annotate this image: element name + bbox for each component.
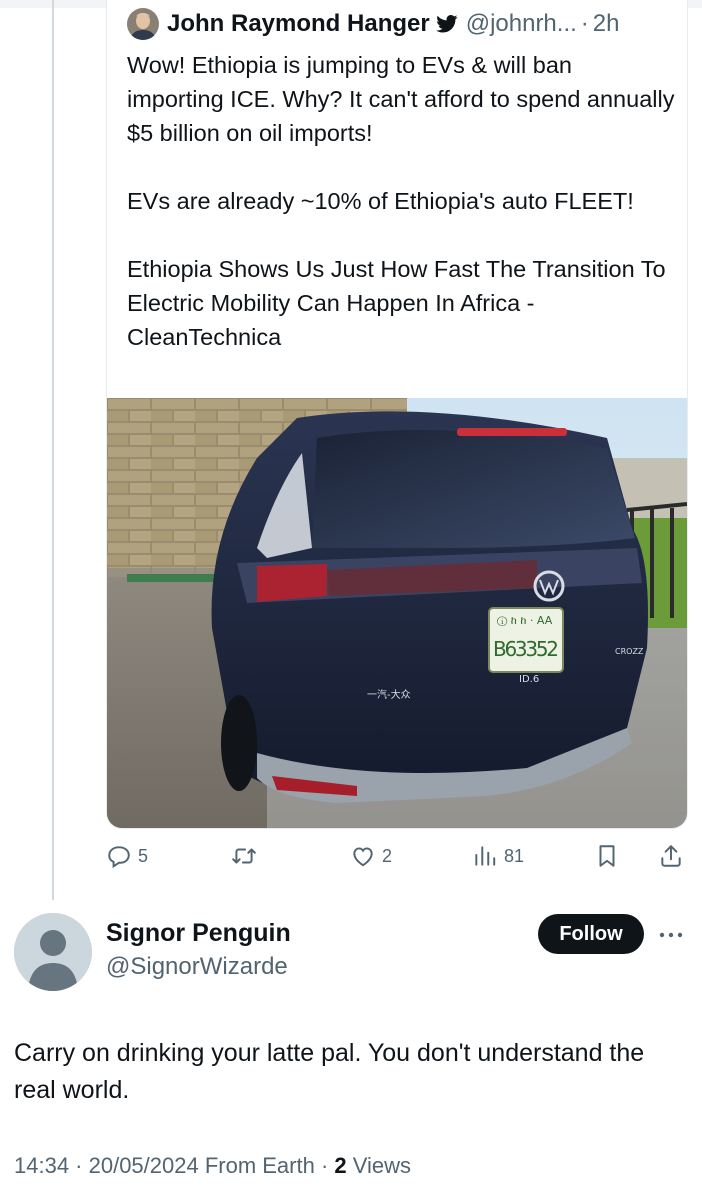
car-photo: ⓘ ከ ከ · AA B63352 ID.6 一汽-大众 CROZZ <box>107 398 687 828</box>
like-count: 2 <box>382 845 393 866</box>
retweet-action[interactable] <box>230 838 264 874</box>
reply-meta: 14:34 · 20/05/2024 From Earth · 2 Views <box>14 1153 411 1179</box>
tweet-time[interactable]: 2h <box>593 10 620 38</box>
tweet-paragraph: EVs are already ~10% of Ethiopia's auto … <box>127 188 634 214</box>
reply-action[interactable]: 5 <box>106 838 148 874</box>
author-name[interactable]: John Raymond Hanger <box>167 10 430 38</box>
reply-timestamp[interactable]: 14:34 · 20/05/2024 From Earth · <box>14 1153 334 1178</box>
tweet-paragraph: Wow! Ethiopia is jumping to EVs & will b… <box>127 52 675 146</box>
side-badge: CROZZ <box>615 647 644 656</box>
header-separator: · <box>580 10 589 37</box>
quoted-tweet-text: Wow! Ethiopia is jumping to EVs & will b… <box>127 48 675 354</box>
quoted-tweet-card[interactable]: John Raymond Hanger @johnrh... · 2h Wow!… <box>106 0 688 829</box>
quoted-tweet-header: John Raymond Hanger @johnrh... · 2h <box>127 8 620 40</box>
views-number: 2 <box>334 1153 347 1178</box>
plate-top-text: ⓘ ከ ከ · AA <box>497 614 553 627</box>
author-avatar[interactable] <box>127 8 159 40</box>
reply-tweet: Signor Penguin @SignorWizarde Follow Car… <box>0 905 702 1200</box>
views-label: Views <box>346 1153 412 1178</box>
default-avatar[interactable] <box>14 913 92 991</box>
heart-icon <box>350 843 376 869</box>
follow-button[interactable]: Follow <box>538 914 644 954</box>
reply-count: 5 <box>138 845 149 866</box>
tweet-photo[interactable]: ⓘ ከ ከ · AA B63352 ID.6 一汽-大众 CROZZ <box>107 398 687 828</box>
model-badge: ID.6 <box>519 674 539 685</box>
reply-author-handle[interactable]: @SignorWizarde <box>106 953 288 981</box>
bird-icon <box>435 15 458 33</box>
thread-line <box>52 0 54 900</box>
analytics-icon <box>472 843 498 869</box>
bookmark-action[interactable] <box>594 838 620 874</box>
reply-icon <box>106 843 132 869</box>
dealer-badge: 一汽-大众 <box>367 688 411 701</box>
author-handle[interactable]: @johnrh... <box>466 10 577 38</box>
reply-text: Carry on drinking your latte pal. You do… <box>14 1039 645 1104</box>
share-icon <box>658 843 684 869</box>
reply-author-name[interactable]: Signor Penguin <box>106 919 291 948</box>
more-options-icon[interactable] <box>656 923 686 947</box>
like-action[interactable]: 2 <box>350 838 392 874</box>
views-action[interactable]: 81 <box>472 838 524 874</box>
share-action[interactable] <box>658 838 684 874</box>
tweet-actions: 5 2 81 <box>106 838 686 874</box>
plate-number: B63352 <box>493 637 559 661</box>
bookmark-icon <box>594 843 620 869</box>
retweet-icon <box>230 843 258 869</box>
views-count: 81 <box>504 845 525 866</box>
tweet-paragraph: Ethiopia Shows Us Just How Fast The Tran… <box>127 256 666 350</box>
